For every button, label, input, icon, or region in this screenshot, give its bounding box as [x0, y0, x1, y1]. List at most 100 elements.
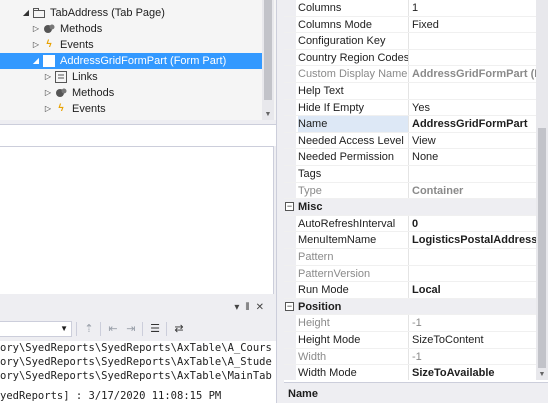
property-row[interactable]: Pattern	[284, 249, 536, 266]
row-gutter	[284, 99, 296, 116]
prev-message-icon[interactable]: ⇤	[106, 322, 120, 336]
property-value[interactable]: None	[412, 149, 536, 165]
property-value[interactable]: Yes	[412, 100, 536, 116]
expand-arrow-icon[interactable]: ▷	[42, 69, 54, 85]
property-value[interactable]: 1	[412, 0, 536, 16]
property-name: Columns	[298, 0, 409, 16]
collapse-toggle-icon[interactable]: −	[285, 301, 294, 311]
output-text[interactable]: ory\SyedReports\SyedReports\AxTable\A_Co…	[0, 341, 276, 403]
property-row[interactable]: Height Mode SizeToContent	[284, 332, 536, 349]
property-value	[412, 249, 536, 265]
collapse-arrow-icon[interactable]: ◢	[30, 53, 42, 69]
property-value[interactable]	[412, 166, 536, 182]
pane-splitter[interactable]	[276, 0, 284, 403]
property-row[interactable]: Configuration Key	[284, 33, 536, 50]
property-row[interactable]: Needed Access Level View	[284, 132, 536, 150]
tree-node-label: Links	[72, 71, 98, 83]
property-row[interactable]: MenuItemNameLogisticsPostalAddressGr	[284, 232, 536, 249]
chevron-down-icon[interactable]: ▼	[60, 324, 68, 333]
output-source-combo[interactable]: ▼	[0, 321, 72, 337]
expand-arrow-icon[interactable]: ▷	[42, 85, 54, 101]
property-name: Width	[298, 348, 409, 365]
tree-node-tabaddress[interactable]: ◢ TabAddress (Tab Page)	[0, 5, 262, 21]
property-row[interactable]: AutoRefreshInterval 0	[284, 215, 536, 233]
properties-scrollbar[interactable]: ▼	[536, 0, 548, 380]
property-value[interactable]	[412, 83, 536, 99]
property-category[interactable]: − Misc	[284, 199, 536, 216]
property-value[interactable]: LogisticsPostalAddressGr	[412, 232, 536, 248]
expand-arrow-icon[interactable]: ▷	[30, 37, 42, 53]
property-value[interactable]: View	[412, 133, 536, 149]
row-gutter	[284, 149, 296, 165]
property-name: AutoRefreshInterval	[298, 215, 409, 232]
tree-node-events-2[interactable]: ▷ ϟ Events	[0, 101, 262, 117]
property-category[interactable]: − Position	[284, 298, 536, 316]
row-gutter	[284, 332, 296, 348]
property-row[interactable]: Needed Permission None	[284, 149, 536, 166]
row-gutter	[284, 49, 296, 66]
find-message-icon[interactable]: ⇡	[82, 322, 96, 336]
expand-arrow-icon[interactable]: ▷	[30, 21, 42, 37]
property-row[interactable]: Custom Display Name AddressGridFormPart (…	[284, 66, 536, 83]
property-value[interactable]: Local	[412, 282, 536, 298]
close-icon[interactable]: ✕	[256, 302, 270, 313]
property-name: PatternVersion	[298, 265, 409, 282]
property-name: Hide If Empty	[298, 99, 409, 116]
property-value[interactable]: Fixed	[412, 17, 536, 33]
clear-all-icon[interactable]: ☰	[148, 322, 162, 336]
tree-node-methods[interactable]: ▷ Methods	[0, 21, 262, 37]
property-row[interactable]: Width -1	[284, 348, 536, 366]
next-message-icon[interactable]: ⇥	[124, 322, 138, 336]
property-value[interactable]: 0	[412, 216, 536, 232]
toolbar-separator	[100, 322, 101, 336]
property-row[interactable]: Tags	[284, 166, 536, 183]
property-row[interactable]: Width Mode SizeToAvailable	[284, 365, 536, 380]
description-title: Name	[288, 388, 318, 400]
property-value: Container	[412, 184, 464, 197]
row-gutter	[284, 116, 296, 132]
property-value[interactable]: SizeToAvailable	[412, 365, 536, 380]
editor-area[interactable]	[0, 146, 274, 294]
row-gutter	[284, 0, 296, 16]
property-row[interactable]: Type Container	[284, 182, 536, 200]
tree-node-events[interactable]: ▷ ϟ Events	[0, 37, 262, 53]
property-name: Columns Mode	[298, 16, 409, 33]
property-row[interactable]: Country Region Codes	[284, 49, 536, 67]
dropdown-icon[interactable]: ▾	[234, 302, 245, 313]
tree-scrollbar[interactable]: ▼	[262, 0, 274, 120]
property-row[interactable]: Height -1	[284, 315, 536, 332]
events-icon: ϟ	[46, 39, 52, 50]
property-value	[412, 266, 536, 282]
form-part-icon	[42, 54, 56, 68]
tree-node-links[interactable]: ▷ Links	[0, 69, 262, 85]
scroll-down-icon[interactable]: ▼	[262, 111, 274, 118]
scroll-down-icon[interactable]: ▼	[536, 371, 548, 378]
property-value[interactable]	[412, 50, 536, 66]
tree-node-label: AddressGridFormPart (Form Part)	[60, 55, 227, 67]
property-row[interactable]: Help Text	[284, 83, 536, 100]
tree-node-methods-2[interactable]: ▷ Methods	[0, 85, 262, 101]
tree-node-label: Events	[60, 39, 94, 51]
row-gutter	[284, 33, 296, 49]
property-value[interactable]: AddressGridFormPart	[412, 116, 536, 132]
property-name: Height Mode	[298, 332, 409, 348]
property-row[interactable]: Run Mode Local	[284, 282, 536, 299]
tree-scrollbar-thumb[interactable]	[264, 0, 272, 100]
property-row[interactable]: Columns 1	[284, 0, 536, 17]
property-row[interactable]: Columns Mode Fixed	[284, 16, 536, 34]
category-label: Position	[298, 300, 342, 313]
property-row[interactable]: PatternVersion	[284, 265, 536, 283]
pin-icon[interactable]: ⫴	[245, 302, 255, 313]
collapse-arrow-icon[interactable]: ◢	[20, 5, 32, 21]
property-value[interactable]: SizeToContent	[412, 332, 536, 348]
expand-arrow-icon[interactable]: ▷	[42, 101, 54, 117]
links-icon	[54, 70, 68, 84]
collapse-toggle-icon[interactable]: −	[285, 202, 294, 212]
properties-scrollbar-thumb[interactable]	[538, 128, 546, 368]
property-value[interactable]	[412, 33, 536, 49]
property-row[interactable]: Hide If Empty Yes	[284, 99, 536, 117]
tree-node-addressgridformpart[interactable]: ◢ AddressGridFormPart (Form Part)	[0, 53, 262, 69]
property-row[interactable]: Name AddressGridFormPart	[284, 116, 536, 133]
word-wrap-icon[interactable]: ⇄	[172, 322, 186, 336]
row-gutter	[284, 182, 296, 199]
